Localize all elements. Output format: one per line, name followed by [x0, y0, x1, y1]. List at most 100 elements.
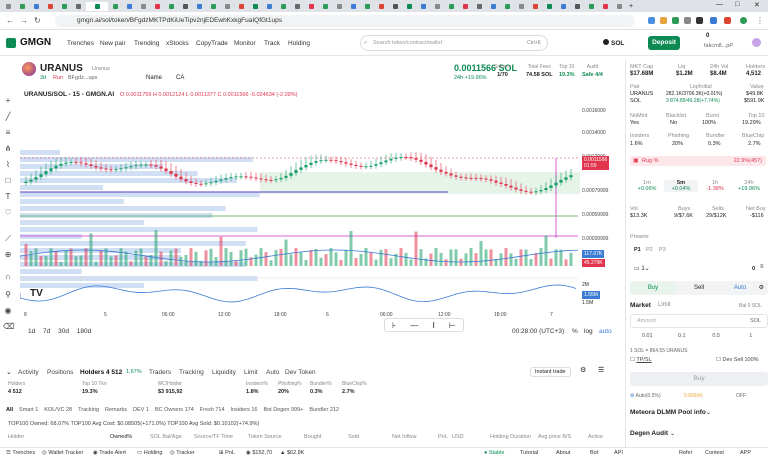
browser-tab[interactable] — [72, 2, 85, 11]
browser-tab[interactable] — [151, 2, 164, 11]
limit-tab[interactable]: Limit — [658, 302, 671, 308]
profile-avatar[interactable] — [740, 17, 747, 24]
status-bot[interactable]: Bot — [590, 450, 598, 456]
extension-icon[interactable] — [710, 17, 717, 24]
browser-tab[interactable] — [501, 2, 514, 11]
col-bought[interactable]: Bought — [304, 434, 321, 440]
window-maximize-icon[interactable]: □ — [735, 1, 739, 8]
long-position-icon[interactable]: ⊦ — [392, 321, 396, 330]
browser-tab[interactable] — [291, 2, 304, 11]
auto-tab[interactable]: Auto — [722, 282, 758, 294]
percent-toggle[interactable]: % — [572, 328, 578, 335]
tf-24h[interactable]: 24h +19.96% — [732, 180, 766, 192]
browser-tab[interactable] — [529, 2, 542, 11]
status-wallet-tracker[interactable]: ◎ Wallet Tracker — [42, 450, 83, 456]
col-net-inflow[interactable]: Net Inflow — [392, 434, 416, 440]
eye-icon[interactable]: ◉ — [3, 306, 13, 316]
nav-trending[interactable]: Trending — [134, 40, 159, 47]
preset-settings-icon[interactable]: ≡ — [760, 264, 764, 270]
browser-tab[interactable] — [333, 2, 346, 11]
pool-info-header[interactable]: Meteora DLMM Pool info — [630, 409, 706, 416]
status-holding[interactable]: ▭ Holding — [137, 450, 162, 456]
rug-bar[interactable]: ▣ Rug % 22.9%(457) — [630, 156, 766, 166]
collapse-icon[interactable]: ⌄ — [6, 368, 12, 376]
crosshair-icon[interactable]: + — [3, 96, 13, 106]
browser-tab[interactable] — [109, 2, 122, 11]
name-search-button[interactable]: Name — [146, 75, 162, 81]
auto-settings-icon[interactable]: ⚙ — [759, 284, 764, 291]
browser-tab[interactable] — [571, 2, 584, 11]
search-input[interactable]: ⌕ Search token/contract/wallet Ctrl+K — [360, 35, 548, 51]
tpsl-checkbox[interactable]: ☐ TP/SL — [630, 357, 652, 363]
text-tool-icon[interactable]: Ⅰ — [432, 321, 434, 330]
tab-activity[interactable]: Activity — [18, 369, 39, 376]
browser-tab[interactable] — [2, 2, 15, 11]
reload-icon[interactable]: ↻ — [34, 16, 41, 25]
browser-tab[interactable] — [30, 2, 43, 11]
lock-icon[interactable]: ⚲ — [3, 290, 13, 300]
forward-icon[interactable]: → — [20, 16, 28, 25]
ruler-icon[interactable]: ⟋ — [3, 234, 13, 244]
preset-p2[interactable]: P2 — [646, 247, 653, 253]
tf-5m[interactable]: 5m +0.04% — [664, 180, 698, 192]
status-trenches[interactable]: ☰ Trenches — [6, 450, 35, 456]
wallet-balance[interactable]: 0 — [706, 33, 709, 39]
chain-selector[interactable]: SOL — [603, 39, 624, 47]
site-logo[interactable]: GMGN — [20, 37, 51, 48]
col-avg-price[interactable]: Avg price B/S — [538, 434, 571, 440]
browser-tab[interactable] — [445, 2, 458, 11]
extension-icon[interactable] — [684, 17, 691, 24]
amount-preset[interactable]: 0.1 — [665, 330, 700, 342]
browser-tab[interactable] — [44, 2, 57, 11]
deposit-button[interactable]: Deposit — [648, 36, 680, 50]
status-contest[interactable]: Contest — [705, 450, 724, 456]
browser-tab[interactable] — [417, 2, 430, 11]
browser-tab[interactable] — [263, 2, 276, 11]
status-tutorial[interactable]: Tutorial — [520, 450, 538, 456]
filter-insiders[interactable]: Insiders 16 — [231, 407, 258, 413]
back-icon[interactable]: ← — [6, 16, 14, 25]
slippage-setting[interactable]: ⚙ Auto(0.5%) — [630, 393, 661, 399]
tf-1h[interactable]: 1h -1.38% — [698, 180, 732, 192]
amount-preset[interactable]: 0.01 — [630, 330, 665, 342]
browser-tab[interactable] — [403, 2, 416, 11]
tab-tracking[interactable]: Tracking — [179, 369, 204, 376]
browser-tab[interactable] — [305, 2, 318, 11]
browser-tab[interactable] — [543, 2, 556, 11]
nav-holding[interactable]: Holding — [288, 40, 310, 47]
browser-tab[interactable] — [137, 2, 150, 11]
nav-monitor[interactable]: Monitor — [234, 40, 256, 47]
browser-tab[interactable] — [123, 2, 136, 11]
extension-icon[interactable] — [672, 17, 679, 24]
browser-tab[interactable] — [585, 2, 598, 11]
trash-icon[interactable]: ⌫ — [3, 322, 14, 332]
new-tab-icon[interactable]: + — [629, 3, 633, 10]
browser-tab[interactable] — [599, 2, 612, 11]
amount-preset[interactable]: 0.5 — [699, 330, 734, 342]
tf-1m[interactable]: 1m +0.06% — [630, 180, 664, 192]
nav-xstocks[interactable]: xStocks — [166, 40, 189, 47]
instant-trade-button[interactable]: Instant trade — [530, 367, 571, 377]
fee-setting[interactable]: 0.003(4) — [684, 393, 703, 399]
browser-tab[interactable] — [557, 2, 570, 11]
browser-tab[interactable] — [473, 2, 486, 11]
col-owned[interactable]: Owned% — [110, 434, 132, 440]
filter-tracking[interactable]: Tracking — [78, 407, 99, 413]
browser-tab[interactable] — [319, 2, 332, 11]
status-api[interactable]: API — [614, 450, 623, 456]
chevron-down-icon[interactable]: ⌄ — [706, 409, 711, 416]
browser-tab[interactable] — [487, 2, 500, 11]
preset-p1[interactable]: P1 — [634, 247, 641, 253]
range-180d[interactable]: 180d — [77, 328, 91, 335]
degen-audit-header[interactable]: Degen Audit — [630, 430, 668, 437]
range-30d[interactable]: 30d — [58, 328, 69, 335]
chart-canvas[interactable]: 0.00160000.00140000.00120000.000999990.0… — [20, 88, 620, 353]
filter-kol[interactable]: KOL/VC 28 — [44, 407, 72, 413]
tab-positions[interactable]: Positions — [47, 369, 73, 376]
col-usd[interactable]: USD — [452, 434, 464, 440]
filter-dev[interactable]: DEV 1 — [133, 407, 149, 413]
avatar[interactable] — [752, 38, 761, 47]
auto-toggle[interactable]: auto — [599, 328, 612, 335]
browser-tab[interactable] — [16, 2, 29, 11]
browser-tab[interactable] — [249, 2, 262, 11]
